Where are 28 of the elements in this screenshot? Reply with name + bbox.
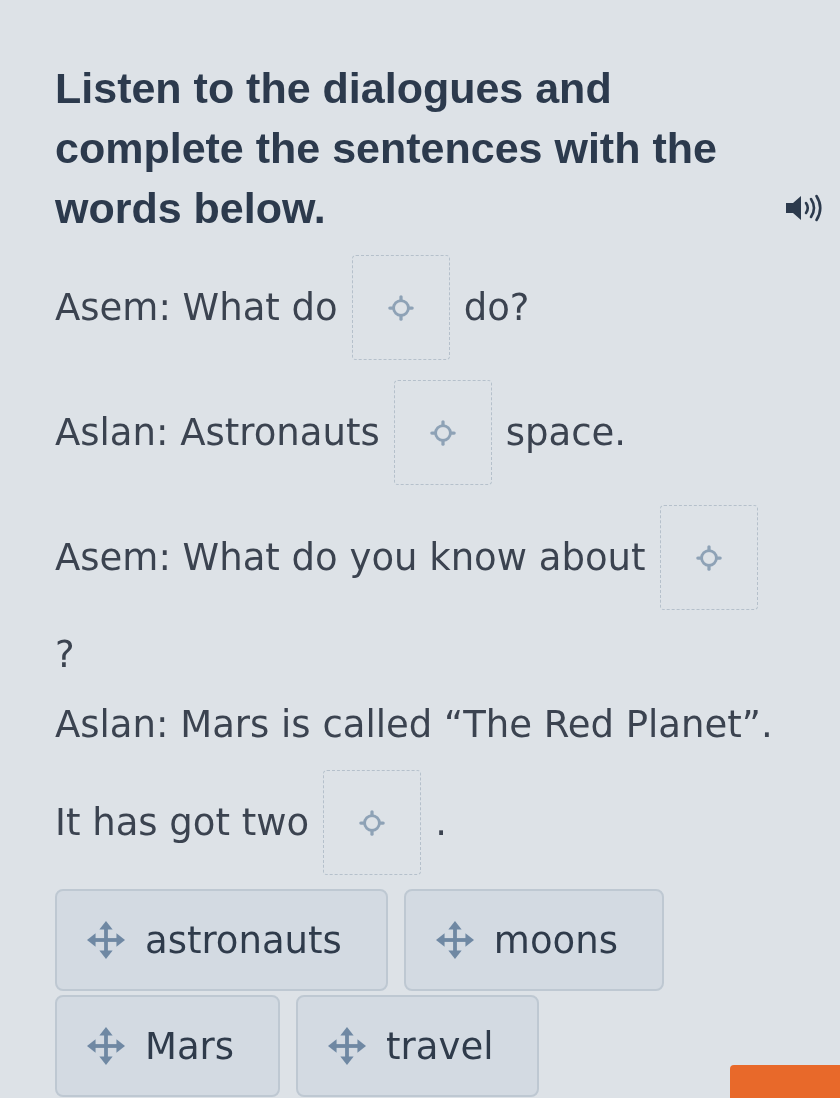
target-icon — [695, 544, 722, 571]
speaker-icon[interactable] — [785, 194, 825, 222]
target-icon — [359, 809, 386, 836]
move-icon — [87, 921, 125, 959]
move-icon — [87, 1027, 125, 1065]
drop-zone[interactable] — [659, 505, 758, 610]
move-icon — [435, 921, 474, 959]
drop-zone[interactable] — [323, 770, 422, 875]
drop-zone[interactable] — [351, 255, 450, 360]
action-button[interactable] — [730, 1065, 840, 1098]
move-icon — [328, 1027, 367, 1065]
dialogue-text: Aslan: Astronauts — [55, 409, 380, 456]
target-icon — [429, 419, 456, 446]
dialogue-text: Asem: What do you know about — [55, 534, 646, 581]
word-chip[interactable]: Mars — [55, 995, 281, 1097]
word-chip[interactable]: moons — [403, 889, 664, 991]
target-icon — [387, 294, 414, 321]
dialogue-text: . — [435, 799, 447, 846]
dialogue-text: ? — [55, 632, 75, 678]
dialogue-text: Aslan: Mars is called “The Red Planet”. — [55, 702, 773, 748]
drop-zone[interactable] — [393, 380, 492, 485]
instruction-text: Listen to the dialogues and complete the sentences with the words below. — [55, 63, 718, 234]
dialogue-text: It has got two — [55, 799, 310, 846]
dialogue-text: space. — [505, 409, 627, 456]
dialogue-text: Asem: What do — [55, 284, 338, 331]
word-chip[interactable]: astronauts — [55, 889, 388, 991]
dialogue-text: do? — [463, 284, 530, 331]
word-chip[interactable]: travel — [296, 995, 540, 1097]
